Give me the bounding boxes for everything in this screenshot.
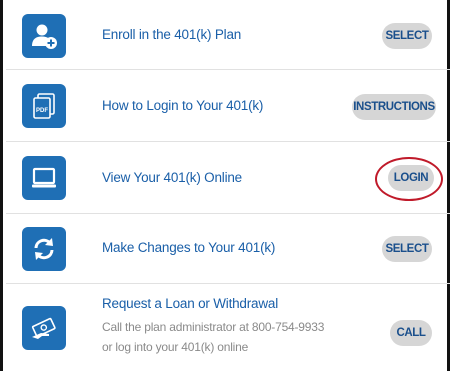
list-item-login-instructions: PDF How to Login to Your 401(k) INSTRUCT… bbox=[6, 70, 450, 142]
laptop-icon bbox=[22, 156, 66, 200]
enroll-select-button[interactable]: SELECT bbox=[382, 23, 432, 49]
login-button[interactable]: LOGIN bbox=[388, 165, 434, 191]
view-online-label[interactable]: View Your 401(k) Online bbox=[102, 170, 242, 185]
instructions-button[interactable]: INSTRUCTIONS bbox=[352, 94, 436, 120]
refresh-arrows-icon bbox=[22, 227, 66, 271]
svg-text:PDF: PDF bbox=[36, 108, 48, 114]
enroll-label[interactable]: Enroll in the 401(k) Plan bbox=[102, 27, 241, 42]
login-instructions-label[interactable]: How to Login to Your 401(k) bbox=[102, 98, 263, 113]
pdf-document-icon: PDF bbox=[22, 84, 66, 128]
plan-actions-panel: Enroll in the 401(k) Plan SELECT PDF How… bbox=[0, 0, 450, 371]
list-item-make-changes: Make Changes to Your 401(k) SELECT bbox=[6, 214, 450, 284]
make-changes-label[interactable]: Make Changes to Your 401(k) bbox=[102, 240, 275, 255]
list-item-enroll: Enroll in the 401(k) Plan SELECT bbox=[6, 0, 450, 70]
make-changes-select-button[interactable]: SELECT bbox=[382, 236, 432, 262]
list-item-loan-withdrawal: Request a Loan or Withdrawal Call the pl… bbox=[6, 284, 450, 371]
loan-withdrawal-description: Call the plan administrator at 800-754-9… bbox=[102, 320, 325, 354]
list-item-view-online: View Your 401(k) Online LOGIN bbox=[6, 142, 450, 214]
call-button[interactable]: CALL bbox=[390, 320, 432, 346]
money-hand-icon bbox=[22, 306, 66, 350]
loan-withdrawal-label[interactable]: Request a Loan or Withdrawal bbox=[102, 296, 278, 311]
add-user-icon bbox=[22, 14, 66, 58]
